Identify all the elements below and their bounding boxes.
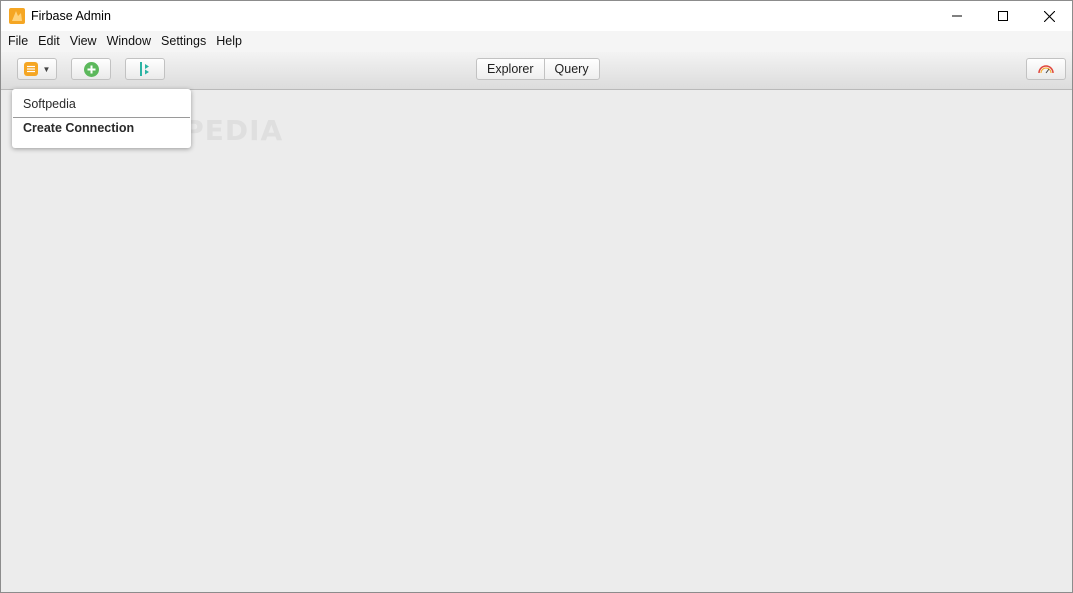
close-button[interactable]	[1026, 1, 1072, 31]
menu-window[interactable]: Window	[102, 31, 156, 52]
maximize-button[interactable]	[980, 1, 1026, 31]
speedometer-icon	[1038, 65, 1054, 74]
dashboard-button[interactable]	[1026, 58, 1066, 80]
chevron-down-icon: ▼	[42, 64, 51, 74]
maximize-icon	[998, 11, 1008, 21]
database-icon	[23, 62, 38, 76]
window-title: Firbase Admin	[31, 9, 111, 23]
menu-help[interactable]: Help	[211, 31, 247, 52]
export-icon	[140, 62, 149, 76]
connection-dropdown-button[interactable]: ▼	[17, 58, 57, 80]
connection-menu: Softpedia Create Connection	[12, 89, 191, 148]
window-controls	[934, 1, 1072, 31]
view-tabs: Explorer Query	[476, 58, 600, 80]
minimize-icon	[952, 15, 962, 17]
tab-query[interactable]: Query	[543, 59, 599, 79]
menu-divider	[13, 117, 190, 118]
title-bar: Firbase Admin	[1, 1, 1072, 31]
add-circle-icon	[83, 61, 99, 77]
toolbar: ▼ Explorer Query	[1, 52, 1072, 90]
menu-settings[interactable]: Settings	[156, 31, 211, 52]
menu-view[interactable]: View	[65, 31, 102, 52]
menu-edit[interactable]: Edit	[33, 31, 65, 52]
menu-bar: File Edit View Window Settings Help	[1, 31, 1072, 52]
tab-explorer[interactable]: Explorer	[477, 59, 544, 79]
menu-file[interactable]: File	[3, 31, 33, 52]
create-connection-item[interactable]: Create Connection	[23, 121, 134, 135]
close-icon	[1043, 10, 1055, 22]
add-button[interactable]	[71, 58, 111, 80]
app-window: Firbase Admin File Edit View Window Sett…	[0, 0, 1073, 593]
minimize-button[interactable]	[934, 1, 980, 31]
export-button[interactable]	[125, 58, 165, 80]
connection-softpedia[interactable]: Softpedia	[23, 97, 76, 111]
firebase-app-icon	[9, 8, 25, 24]
